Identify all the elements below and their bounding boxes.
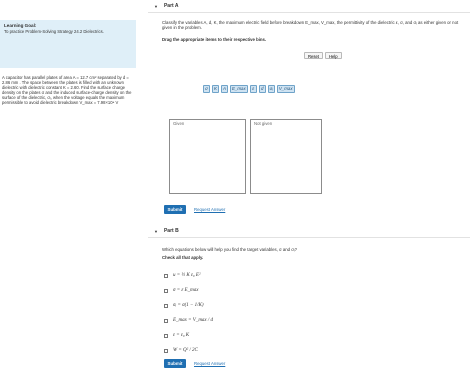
bin-not-given-label: Not given [254, 121, 273, 126]
option-label: σᵢ = σ(1 − 1/K) [173, 303, 204, 308]
reset-button[interactable]: Reset [304, 52, 323, 59]
part-a-header[interactable]: ▼ Part A [148, 0, 470, 13]
option-row[interactable]: u = ½ K ε₀ E² [164, 268, 213, 283]
checkbox[interactable] [164, 318, 168, 323]
drag-items: σ K A E_max ε d σᵢ V_max [203, 85, 295, 93]
checkbox[interactable] [164, 303, 168, 308]
part-b-submit-button[interactable]: Submit [164, 359, 186, 368]
option-row[interactable]: E_max = V_max / d [164, 313, 213, 328]
bin-given-label: Given [173, 121, 185, 126]
option-row[interactable]: ε = ε₀ K [164, 328, 213, 343]
option-label: E_max = V_max / d [173, 318, 214, 323]
learning-goal-heading: Learning Goal: [4, 23, 37, 28]
part-a-instruction: Classify the variables A, d, K, the maxi… [162, 20, 459, 31]
chip-a[interactable]: A [221, 85, 228, 93]
checkbox[interactable] [164, 288, 168, 293]
chip-epsilon[interactable]: ε [249, 85, 257, 93]
part-b-title: Part B [163, 228, 179, 234]
bin-not-given[interactable]: Not given [250, 119, 322, 194]
chip-emax[interactable]: E_max [230, 85, 248, 93]
checkbox[interactable] [164, 333, 168, 338]
checkbox[interactable] [164, 348, 168, 353]
collapse-caret-icon: ▼ [154, 228, 158, 234]
learning-goal-panel: Learning Goal: To practice Problem-Solvi… [0, 20, 136, 68]
part-b-header[interactable]: ▼ Part B [148, 225, 470, 238]
option-label: σ = ε E_max [173, 288, 199, 293]
toolbar: Reset Help [304, 52, 342, 59]
equation-options: u = ½ K ε₀ E² σ = ε E_max σᵢ = σ(1 − 1/K… [164, 268, 213, 358]
chip-d[interactable]: d [258, 85, 266, 93]
option-row[interactable]: W = Q² / 2C [164, 343, 213, 358]
option-label: ε = ε₀ K [173, 333, 190, 338]
part-b-question: Which equations below will help you find… [162, 247, 297, 252]
option-row[interactable]: σᵢ = σ(1 − 1/K) [164, 298, 213, 313]
part-b-request-answer-link[interactable]: Request Answer [194, 361, 225, 366]
option-label: W = Q² / 2C [173, 348, 198, 353]
help-button[interactable]: Help [324, 52, 342, 59]
collapse-caret-icon: ▼ [154, 3, 158, 9]
option-row[interactable]: σ = ε E_max [164, 283, 213, 298]
learning-goal-text: To practice Problem-Solving Strategy 24.… [4, 29, 104, 34]
part-a-request-answer-link[interactable]: Request Answer [194, 207, 225, 212]
chip-k[interactable]: K [212, 85, 219, 93]
chip-sigma-i[interactable]: σᵢ [267, 85, 275, 93]
part-a-title: Part A [163, 3, 179, 9]
part-a-submit-button[interactable]: Submit [164, 205, 186, 214]
option-label: u = ½ K ε₀ E² [173, 273, 201, 278]
checkbox[interactable] [164, 273, 168, 278]
chip-vmax[interactable]: V_max [276, 85, 295, 93]
problem-statement: A capacitor has parallel plates of area … [2, 75, 132, 105]
bin-given[interactable]: Given [169, 119, 246, 194]
check-all-label: Check all that apply. [162, 255, 204, 260]
chip-sigma[interactable]: σ [203, 85, 210, 93]
drag-instruction: Drag the appropriate items to their resp… [162, 37, 267, 42]
